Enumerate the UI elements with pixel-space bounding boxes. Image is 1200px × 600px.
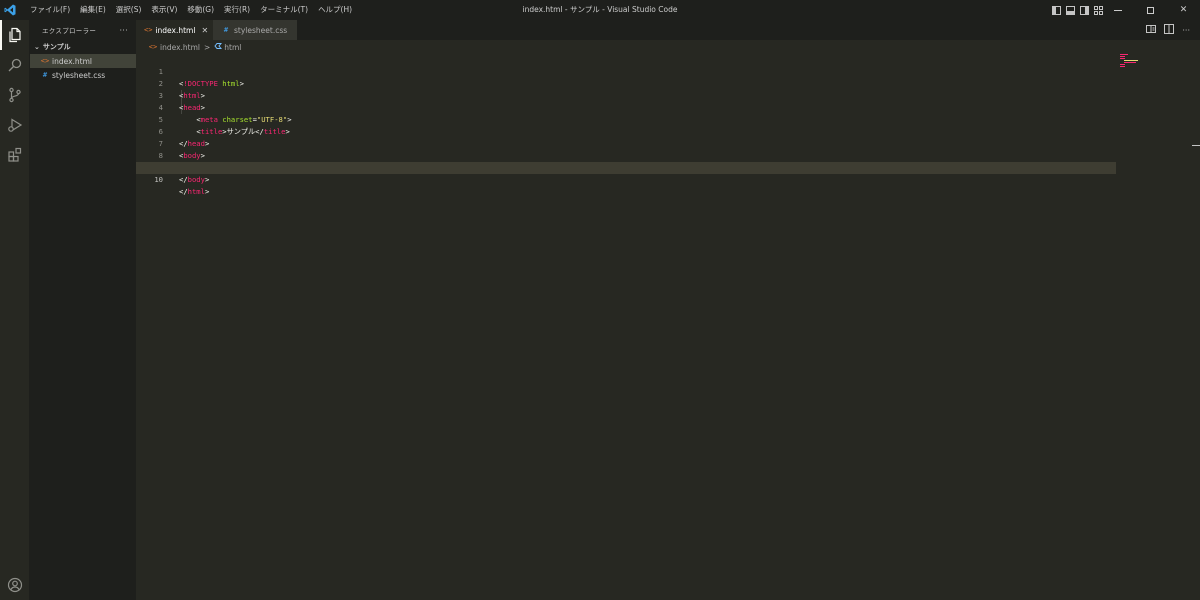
editor-actions: ··· bbox=[1146, 20, 1190, 40]
code-line-5[interactable]: 5 <title>サンプル</title> bbox=[136, 102, 1116, 136]
chevron-down-icon: ⌄ bbox=[34, 43, 40, 51]
window-controls: ✕ bbox=[1101, 0, 1200, 20]
restore-button[interactable] bbox=[1134, 0, 1167, 20]
sidebar-header: エクスプローラー ··· bbox=[30, 20, 136, 40]
menu-terminal[interactable]: ターミナル(T) bbox=[255, 0, 313, 20]
extensions-icon[interactable] bbox=[0, 140, 30, 170]
menu-selection[interactable]: 選択(S) bbox=[111, 0, 147, 20]
more-actions-button[interactable]: ··· bbox=[119, 26, 128, 35]
code-editor[interactable]: 1 <!DOCTYPE html> 2 <html> 3 <head> 4 <m… bbox=[136, 54, 1200, 600]
tab-index-html[interactable]: <> index.html ✕ bbox=[136, 20, 213, 40]
line-number: 10 bbox=[154, 175, 163, 184]
code-line-7[interactable]: 7 <body> bbox=[136, 126, 1116, 160]
folder-name: サンプル bbox=[42, 43, 71, 51]
folder-header[interactable]: ⌄ サンプル bbox=[30, 40, 136, 54]
file-name: stylesheet.css bbox=[52, 70, 106, 80]
minimap-line bbox=[1120, 54, 1128, 55]
breadcrumb-symbol[interactable]: html bbox=[224, 43, 241, 52]
open-preview-icon[interactable] bbox=[1146, 24, 1157, 36]
menu-edit[interactable]: 編集(E) bbox=[75, 0, 111, 20]
minimap-line bbox=[1120, 66, 1125, 67]
html-file-icon: <> bbox=[148, 43, 158, 51]
more-actions-button[interactable]: ··· bbox=[1182, 26, 1190, 35]
menu-run[interactable]: 実行(R) bbox=[219, 0, 255, 20]
run-debug-icon[interactable] bbox=[0, 110, 30, 140]
vscode-logo-icon bbox=[0, 0, 20, 20]
scrollbar-cursor-marker bbox=[1192, 145, 1200, 146]
menu-go[interactable]: 移動(G) bbox=[182, 0, 219, 20]
menu-file[interactable]: ファイル(F) bbox=[25, 0, 75, 20]
minimap-line bbox=[1120, 58, 1125, 59]
explorer-sidebar: エクスプローラー ··· ⌄ サンプル <> index.html # styl… bbox=[30, 20, 136, 600]
css-file-icon: # bbox=[223, 26, 229, 34]
minimap-line bbox=[1120, 64, 1125, 65]
code-line-10[interactable]: 10 </html> bbox=[136, 162, 1116, 196]
restore-icon bbox=[1147, 6, 1154, 14]
minimap-line bbox=[1124, 62, 1136, 63]
search-icon[interactable] bbox=[0, 50, 30, 80]
minimap-line bbox=[1120, 56, 1125, 57]
html-file-icon: <> bbox=[40, 57, 50, 65]
breadcrumb-file[interactable]: index.html bbox=[160, 43, 200, 52]
symbol-element-icon bbox=[214, 42, 223, 52]
css-file-icon: # bbox=[42, 71, 48, 79]
code-line-4[interactable]: 4 <meta charset="UTF-8"> bbox=[136, 90, 1116, 124]
menu-help[interactable]: ヘルプ(H) bbox=[313, 0, 357, 20]
layout-controls bbox=[1052, 0, 1103, 20]
toggle-secondary-sidebar-icon[interactable] bbox=[1080, 5, 1089, 15]
file-name: index.html bbox=[52, 56, 92, 66]
sidebar-title: エクスプローラー bbox=[42, 27, 97, 35]
activity-bar bbox=[0, 20, 30, 600]
title-bar: ファイル(F) 編集(E) 選択(S) 表示(V) 移動(G) 実行(R) ター… bbox=[0, 0, 1200, 20]
tab-label: stylesheet.css bbox=[234, 25, 288, 35]
code-line-2[interactable]: 2 <html> bbox=[136, 66, 1116, 100]
tab-label: index.html bbox=[155, 25, 196, 35]
tab-stylesheet-css[interactable]: # stylesheet.css bbox=[213, 20, 297, 40]
code-line-8[interactable]: 8 bbox=[136, 138, 1116, 160]
account-icon[interactable] bbox=[0, 570, 30, 600]
html-file-icon: <> bbox=[144, 26, 153, 34]
minimap[interactable] bbox=[1120, 54, 1190, 70]
close-icon[interactable]: ✕ bbox=[201, 26, 208, 35]
minimize-icon bbox=[1113, 9, 1122, 11]
menu-view[interactable]: 表示(V) bbox=[146, 0, 182, 20]
file-item-index-html[interactable]: <> index.html bbox=[30, 54, 136, 68]
breadcrumb-separator: > bbox=[204, 42, 211, 52]
code-line-9[interactable]: 9 </body> bbox=[136, 150, 1116, 184]
code-line-1[interactable]: 1 <!DOCTYPE html> bbox=[136, 54, 1116, 88]
close-icon: ✕ bbox=[1179, 5, 1188, 15]
split-editor-icon[interactable] bbox=[1164, 24, 1175, 36]
toggle-panel-icon[interactable] bbox=[1066, 5, 1075, 15]
file-item-stylesheet-css[interactable]: # stylesheet.css bbox=[30, 68, 136, 82]
minimap-line bbox=[1124, 60, 1138, 61]
minimize-button[interactable] bbox=[1101, 0, 1134, 20]
tab-bar: <> index.html ✕ # stylesheet.css ··· bbox=[136, 20, 1200, 40]
close-button[interactable]: ✕ bbox=[1167, 0, 1200, 20]
menu-bar: ファイル(F) 編集(E) 選択(S) 表示(V) 移動(G) 実行(R) ター… bbox=[25, 0, 357, 20]
code-line-3[interactable]: 3 <head> bbox=[136, 78, 1116, 112]
explorer-icon[interactable] bbox=[0, 20, 30, 50]
breadcrumb: <> index.html > html bbox=[136, 40, 1116, 54]
line-content: </html> bbox=[179, 187, 210, 196]
toggle-primary-sidebar-icon[interactable] bbox=[1052, 5, 1061, 15]
source-control-icon[interactable] bbox=[0, 80, 30, 110]
line-content: </body> bbox=[179, 175, 210, 184]
code-line-6[interactable]: 6 </head> bbox=[136, 114, 1116, 148]
